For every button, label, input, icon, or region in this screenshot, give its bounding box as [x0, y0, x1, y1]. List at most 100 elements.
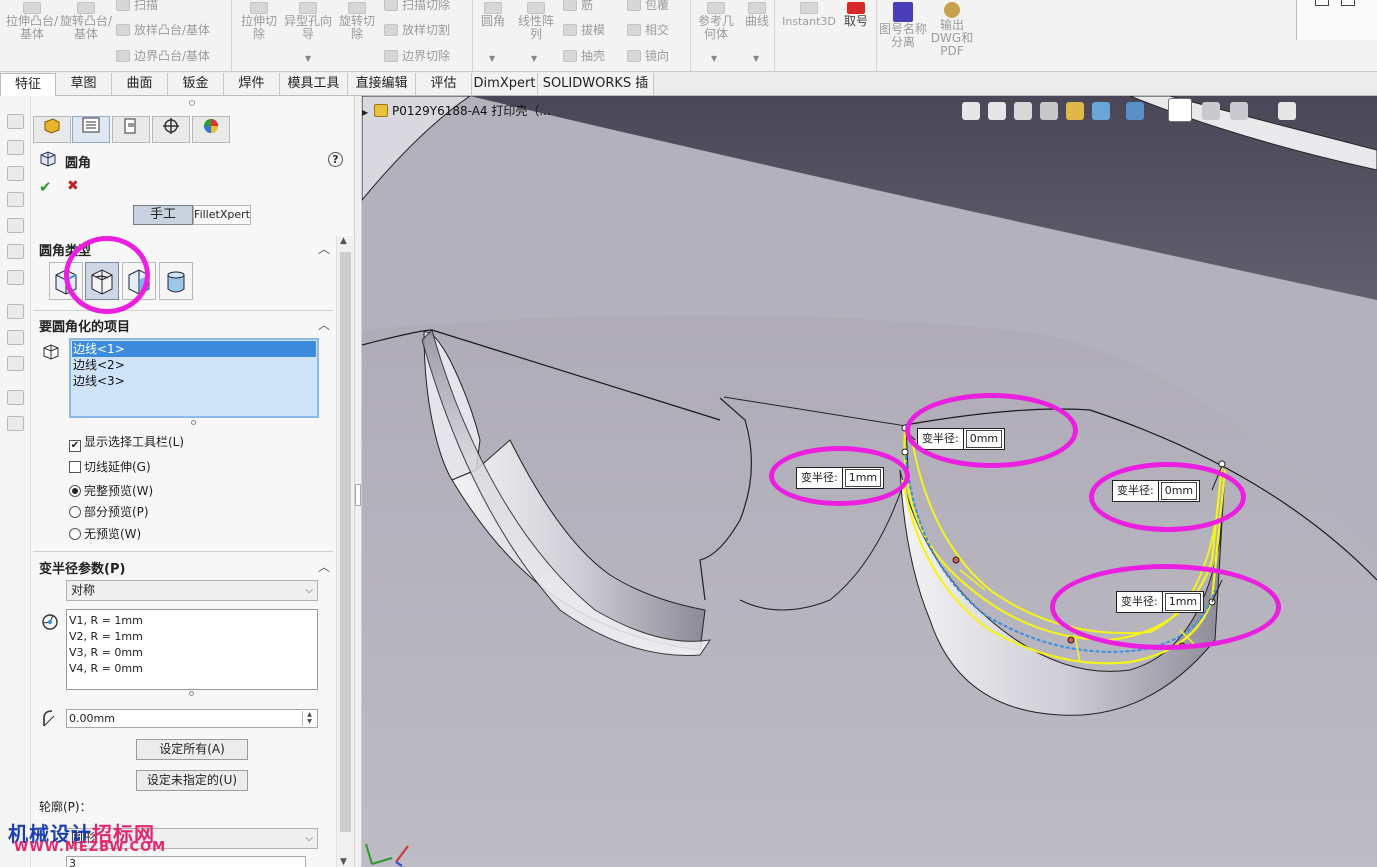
cancel-close-icon[interactable]: ✖ [67, 178, 79, 194]
tab-features[interactable]: 特征 [0, 73, 56, 96]
split-name-button[interactable]: 图号名称分离 [879, 2, 927, 49]
show-selection-toolbar-checkbox[interactable]: ✔ 显示选择工具栏(L) [69, 434, 184, 452]
instant3d-button[interactable]: Instant3D [781, 2, 837, 28]
list-resize-handle[interactable] [191, 420, 196, 425]
sweep-cut-button[interactable]: 扫描切除 [384, 0, 450, 14]
zoom-area-icon[interactable] [988, 102, 1006, 120]
collapse-icon[interactable]: ︿ [318, 316, 330, 333]
spin-arrows-icon[interactable]: ▲ ▼ [302, 711, 316, 726]
display-manager-tab[interactable] [192, 116, 230, 143]
loft-cut-button[interactable]: 放样切割 [384, 21, 450, 39]
list-item[interactable]: 边线<2> [72, 357, 316, 373]
extrude-boss-button[interactable]: 拉伸凸台/基体 [4, 2, 60, 41]
number-button[interactable]: 取号 [839, 2, 873, 28]
help-icon[interactable]: ? [328, 152, 343, 167]
radius-spin-input[interactable]: 0.00mm ▲ ▼ [66, 709, 318, 728]
vertex-point[interactable] [952, 556, 960, 564]
shell-button[interactable]: 抽壳 [563, 47, 605, 65]
draft-icon[interactable] [7, 330, 24, 345]
panel-scrollbar[interactable]: ▲ ▼ [336, 236, 353, 867]
previous-view-icon[interactable] [1014, 102, 1032, 120]
no-preview-radio[interactable]: 无预览(W) [69, 526, 141, 542]
scroll-down-icon[interactable]: ▼ [340, 857, 347, 867]
chevron-down-icon[interactable]: ▼ [305, 54, 311, 63]
loft-boss-button[interactable]: 放样凸台/基体 [116, 21, 210, 39]
list-resize-handle[interactable] [189, 691, 194, 696]
full-preview-radio[interactable]: 完整预览(W) [69, 483, 153, 499]
tab-solidworks-addins[interactable]: SOLIDWORKS 插件 [538, 73, 654, 112]
feature-manager-tab[interactable] [33, 116, 71, 143]
intersect-button[interactable]: 相交 [627, 21, 669, 39]
manual-mode-button[interactable]: 手工 [133, 205, 193, 225]
sweep-icon[interactable] [7, 166, 24, 181]
configuration-manager-tab[interactable] [112, 116, 150, 143]
graphics-viewport[interactable]: ▶ P0129Y6188-A4 打印壳（... 变半径: 1mm 变半径: 0mm 变… [362, 96, 1377, 867]
scrollbar-thumb[interactable] [340, 252, 351, 832]
revolve-boss-icon[interactable] [7, 140, 24, 155]
variable-radius-section-header[interactable]: 变半径参数(P) [39, 558, 125, 577]
items-to-fillet-section-header[interactable]: 要圆角化的项目 [39, 316, 130, 335]
vertex-point[interactable] [901, 448, 909, 456]
revolve-boss-button[interactable]: 旋转凸台/基体 [58, 2, 114, 41]
apply-scene-icon[interactable] [1230, 102, 1248, 120]
expand-icon[interactable]: ▶ [362, 104, 374, 122]
fillet-icon[interactable] [7, 244, 24, 259]
panel-splitter[interactable] [354, 96, 362, 867]
camera-icon[interactable] [1315, 0, 1329, 6]
pattern-icon[interactable] [7, 304, 24, 319]
intersect-icon[interactable] [7, 416, 24, 431]
set-unassigned-button[interactable]: 设定未指定的(U) [136, 770, 248, 791]
mirror-icon[interactable] [7, 390, 24, 405]
property-manager-tab[interactable] [72, 116, 110, 143]
count-input[interactable]: 3 [66, 856, 306, 867]
extrude-boss-icon[interactable] [7, 114, 24, 129]
collapse-icon[interactable]: ︿ [318, 558, 330, 575]
feature-tree-root[interactable]: ▶ P0129Y6188-A4 打印壳（... [362, 102, 551, 120]
reference-geometry-button[interactable]: 参考几何体 [695, 2, 737, 41]
chevron-down-icon[interactable]: ▼ [489, 54, 495, 63]
mirror-button[interactable]: 镜向 [627, 47, 669, 65]
list-item[interactable]: 边线<1> [72, 341, 316, 357]
list-item[interactable]: 边线<3> [72, 373, 316, 389]
edges-selection-list[interactable]: 边线<1> 边线<2> 边线<3> [69, 338, 319, 418]
list-item[interactable]: V3, R = 0mm [69, 645, 315, 661]
shell-icon[interactable] [7, 356, 24, 371]
set-all-button[interactable]: 设定所有(A) [136, 739, 248, 760]
loft-boss-icon[interactable] [7, 192, 24, 207]
tab-surfaces[interactable]: 曲面 [112, 73, 168, 95]
tab-weldments[interactable]: 焊件 [224, 73, 280, 95]
vertex-point[interactable] [1067, 636, 1075, 644]
vertex-radius-list[interactable]: V1, R = 1mm V2, R = 1mm V3, R = 0mm V4, … [66, 609, 318, 690]
view-settings-icon[interactable] [1278, 102, 1296, 120]
tangent-propagation-checkbox[interactable]: 切线延伸(G) [69, 459, 151, 475]
edit-appearance-icon[interactable] [1202, 102, 1220, 120]
rib-button[interactable]: 筋 [563, 0, 593, 14]
panel-grip[interactable] [189, 100, 195, 106]
scroll-up-icon[interactable]: ▲ [340, 236, 347, 246]
tab-sketch[interactable]: 草图 [56, 73, 112, 95]
chevron-down-icon[interactable]: ▼ [711, 54, 717, 63]
boundary-boss-button[interactable]: 边界凸台/基体 [116, 47, 210, 65]
export-dwg-button[interactable]: 输出DWG和PDF [929, 2, 975, 58]
draft-button[interactable]: 拔模 [563, 21, 605, 39]
tab-direct-editing[interactable]: 直接编辑 [348, 73, 416, 95]
display-style-icon[interactable] [1126, 102, 1144, 120]
wrap-button[interactable]: 包覆 [627, 0, 669, 14]
tab-sheet-metal[interactable]: 钣金 [168, 73, 224, 95]
filletxpert-mode-button[interactable]: FilletXpert [193, 205, 251, 225]
boundary-cut-button[interactable]: 边界切除 [384, 47, 450, 65]
fillet-button[interactable]: 圆角 [477, 2, 509, 28]
dimxpert-manager-tab[interactable] [152, 116, 190, 143]
ok-check-icon[interactable]: ✔ [39, 178, 52, 196]
collapse-icon[interactable]: ︿ [318, 240, 330, 257]
revolve-cut-button[interactable]: 旋转切除 [334, 2, 380, 41]
chevron-down-icon[interactable]: ▼ [753, 54, 759, 63]
hole-wizard-button[interactable]: 异型孔向导 [284, 2, 332, 41]
hide-show-items-icon[interactable] [1168, 98, 1192, 122]
tab-dimxpert[interactable]: DimXpert [472, 73, 538, 95]
chamfer-icon[interactable] [7, 270, 24, 285]
list-item[interactable]: V4, R = 0mm [69, 661, 315, 677]
list-item[interactable]: V1, R = 1mm [69, 613, 315, 629]
partial-preview-radio[interactable]: 部分预览(P) [69, 504, 149, 520]
window-icon[interactable] [1341, 0, 1355, 6]
